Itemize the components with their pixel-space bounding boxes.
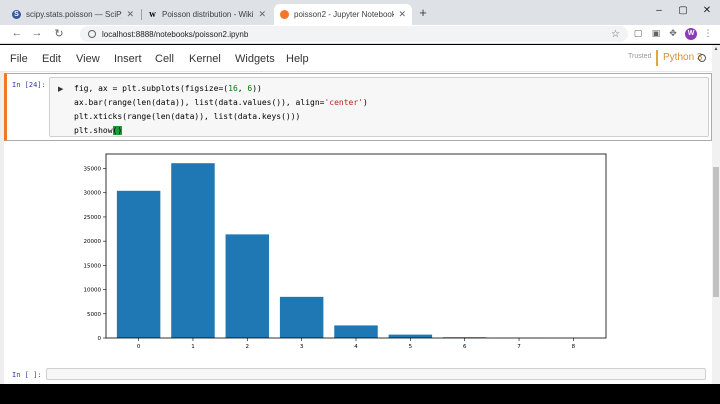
code-cell-empty[interactable]: In [ ]: xyxy=(4,368,712,382)
jupyter-menubar: File Edit View Insert Cell Kernel Widget… xyxy=(0,45,712,72)
cell-output: 0 5000 10000 15000 20000 25000 30000 35000 0 1 2 3 4… xyxy=(64,146,624,356)
bar-chart: 0 5000 10000 15000 20000 25000 30000 35000 0 1 2 3 4… xyxy=(84,153,607,350)
address-bar[interactable]: localhost:8888/notebooks/poisson2.ipynb … xyxy=(80,26,628,42)
notebook-container: In [24]: ▶ fig, ax = plt.subplots(figsiz… xyxy=(0,72,712,404)
scrollbar-thumb[interactable] xyxy=(713,167,719,297)
trusted-indicator[interactable]: Trusted xyxy=(628,53,651,60)
menu-insert[interactable]: Insert xyxy=(114,53,142,65)
x-tick-label: 7 xyxy=(517,344,521,350)
y-tick-label: 30000 xyxy=(84,191,102,197)
kernel-name[interactable]: Python 3 xyxy=(656,50,702,66)
browser-toolbar: ← → ↻ localhost:8888/notebooks/poisson2.… xyxy=(0,25,720,44)
back-icon[interactable]: ← xyxy=(10,27,24,39)
y-tick-label: 15000 xyxy=(84,263,102,269)
bookmark-star-icon[interactable]: ☆ xyxy=(611,29,620,40)
menu-edit[interactable]: Edit xyxy=(42,53,61,65)
browser-tab-bar: S scipy.stats.poisson — SciPy v1.5... ✕ … xyxy=(0,0,720,25)
menu-view[interactable]: View xyxy=(76,53,100,65)
cell-prompt: In [24]: xyxy=(12,81,46,89)
new-tab-button[interactable]: + xyxy=(416,5,430,20)
menu-kebab-icon[interactable]: ⋮ xyxy=(702,28,714,39)
x-tick-label: 0 xyxy=(137,344,141,350)
menu-file[interactable]: File xyxy=(10,53,28,65)
tab-scipy[interactable]: S scipy.stats.poisson — SciPy v1.5... ✕ xyxy=(6,4,140,25)
kernel-status-icon xyxy=(698,54,706,62)
cell-prompt: In [ ]: xyxy=(12,371,42,379)
reload-icon[interactable]: ↻ xyxy=(52,27,66,40)
code-cell-selected[interactable]: In [24]: ▶ fig, ax = plt.subplots(figsiz… xyxy=(4,73,712,141)
jupyter-app: File Edit View Insert Cell Kernel Widget… xyxy=(0,45,712,404)
notebook-page: In [24]: ▶ fig, ax = plt.subplots(figsiz… xyxy=(4,72,712,404)
y-tick-label: 10000 xyxy=(84,288,102,294)
menu-cell[interactable]: Cell xyxy=(155,53,174,65)
puzzle-icon[interactable]: ✥ xyxy=(667,28,679,39)
scroll-up-icon[interactable]: ▲ xyxy=(712,45,720,53)
bar-1 xyxy=(171,163,215,338)
screen-border xyxy=(0,384,720,404)
code-line: plt.show() xyxy=(74,126,123,135)
close-tab-icon[interactable]: ✕ xyxy=(398,9,406,20)
menu-widgets[interactable]: Widgets xyxy=(235,53,275,65)
x-tick-label: 4 xyxy=(354,344,358,350)
menu-kernel[interactable]: Kernel xyxy=(189,53,221,65)
code-input[interactable]: ▶ fig, ax = plt.subplots(figsize=(16, 6)… xyxy=(49,77,709,137)
bar-5 xyxy=(388,334,433,338)
tab-jupyter[interactable]: poisson2 - Jupyter Notebook ✕ xyxy=(274,4,412,25)
x-tick-label: 8 xyxy=(572,344,576,350)
url-text: localhost:8888/notebooks/poisson2.ipynb xyxy=(102,29,249,39)
maximize-icon[interactable]: ▢ xyxy=(676,5,690,16)
bar-4 xyxy=(334,325,378,338)
bar-0 xyxy=(116,190,161,338)
run-indicator-icon: ▶ xyxy=(58,86,64,93)
close-window-icon[interactable]: ✕ xyxy=(700,5,714,16)
jupyter-icon xyxy=(280,10,289,19)
info-icon[interactable] xyxy=(88,30,96,38)
scipy-icon: S xyxy=(12,10,21,19)
close-tab-icon[interactable]: ✕ xyxy=(126,9,134,20)
y-tick-label: 5000 xyxy=(87,312,101,318)
avatar[interactable]: W xyxy=(685,28,697,40)
x-tick-label: 6 xyxy=(463,344,467,350)
code-input[interactable] xyxy=(46,368,706,380)
code-line: plt.xticks(range(len(data)), list(data.k… xyxy=(74,112,301,121)
x-tick-label: 3 xyxy=(300,344,304,350)
x-tick-label: 5 xyxy=(409,344,413,350)
extension-icon[interactable]: ▣ xyxy=(650,28,662,39)
y-tick-label: 20000 xyxy=(84,239,102,245)
y-tick-label: 35000 xyxy=(84,167,102,173)
y-tick-label: 0 xyxy=(98,336,102,342)
minimize-icon[interactable]: – xyxy=(652,5,666,16)
code-line: fig, ax = plt.subplots(figsize=(16, 6)) xyxy=(74,84,262,93)
page-scrollbar[interactable]: ▲ ▼ xyxy=(712,45,720,404)
extension-icon[interactable]: ▢ xyxy=(632,28,644,39)
code-line: ax.bar(range(len(data)), list(data.value… xyxy=(74,98,368,107)
bar-2 xyxy=(225,234,270,338)
wikipedia-icon: W xyxy=(149,10,156,19)
tab-wikipedia[interactable]: W Poisson distribution - Wikipedia ✕ xyxy=(142,4,272,25)
close-tab-icon[interactable]: ✕ xyxy=(258,9,266,20)
menu-help[interactable]: Help xyxy=(286,53,309,65)
bar-3 xyxy=(279,296,324,338)
forward-icon[interactable]: → xyxy=(30,27,44,39)
y-tick-label: 25000 xyxy=(84,215,102,221)
x-tick-label: 2 xyxy=(246,344,250,350)
x-tick-label: 1 xyxy=(191,344,195,350)
